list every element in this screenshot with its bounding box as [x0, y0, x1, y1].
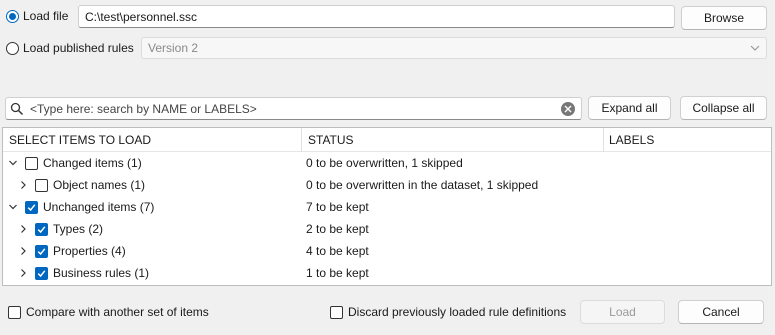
column-header-status[interactable]: STATUS	[308, 128, 354, 152]
tree-item-checkbox[interactable]	[25, 200, 38, 214]
clear-search-icon[interactable]	[561, 101, 575, 116]
chevron-right-icon[interactable]	[17, 267, 29, 279]
load-published-label: Load published rules	[23, 41, 134, 55]
load-button[interactable]: Load	[580, 300, 665, 324]
tree-row[interactable]: Business rules (1) 1 to be kept	[3, 262, 771, 284]
tree-item-checkbox[interactable]	[35, 222, 48, 236]
file-path-input[interactable]: C:\test\personnel.ssc	[78, 5, 675, 28]
cancel-button[interactable]: Cancel	[678, 300, 764, 324]
chevron-down-icon	[750, 45, 760, 51]
version-select[interactable]: Version 2	[141, 37, 767, 59]
tree-item-label: Unchanged items (7)	[43, 200, 155, 214]
tree-item-status: 0 to be overwritten in the dataset, 1 sk…	[306, 178, 539, 192]
expand-all-label: Expand all	[601, 101, 658, 115]
discard-checkbox[interactable]	[330, 305, 343, 319]
load-file-option[interactable]: Load file	[6, 7, 68, 25]
load-file-label: Load file	[23, 9, 69, 23]
search-icon	[10, 102, 24, 115]
tree-item-label: Types (2)	[53, 222, 104, 236]
tree-item-checkbox[interactable]	[25, 156, 38, 170]
tree-item-status: 2 to be kept	[306, 222, 369, 236]
column-separator[interactable]	[603, 128, 604, 152]
tree-item-checkbox[interactable]	[35, 178, 48, 192]
tree-item-label: Business rules (1)	[53, 266, 150, 280]
load-button-label: Load	[609, 305, 636, 319]
chevron-down-icon[interactable]	[7, 157, 19, 169]
discard-option[interactable]: Discard previously loaded rule definitio…	[330, 304, 566, 320]
search-input[interactable]: <Type here: search by NAME or LABELS>	[5, 97, 582, 120]
tree-row[interactable]: Unchanged items (7) 7 to be kept	[3, 196, 771, 218]
chevron-right-icon[interactable]	[17, 245, 29, 257]
tree-row[interactable]: Changed items (1) 0 to be overwritten, 1 …	[3, 152, 771, 174]
tree-item-status: 1 to be kept	[306, 266, 369, 280]
browse-button-label: Browse	[703, 11, 744, 25]
tree-item-status: 4 to be kept	[306, 244, 369, 258]
column-header-labels[interactable]: LABELS	[609, 128, 654, 152]
collapse-all-button[interactable]: Collapse all	[680, 96, 767, 120]
tree-item-label: Properties (4)	[53, 244, 126, 258]
tree-item-checkbox[interactable]	[35, 244, 48, 258]
tree-row[interactable]: Object names (1) 0 to be overwritten in t…	[3, 174, 771, 196]
tree-item-label: Object names (1)	[53, 178, 146, 192]
version-select-value: Version 2	[148, 41, 199, 55]
browse-button[interactable]: Browse	[681, 6, 767, 30]
file-path-value: C:\test\personnel.ssc	[85, 9, 198, 24]
chevron-right-icon[interactable]	[17, 179, 29, 191]
expand-all-button[interactable]: Expand all	[588, 96, 671, 120]
chevron-right-icon[interactable]	[17, 223, 29, 235]
tree-row[interactable]: Properties (4) 4 to be kept	[3, 240, 771, 262]
compare-checkbox[interactable]	[8, 305, 21, 319]
tree-header: SELECT ITEMS TO LOAD STATUS LABELS	[3, 128, 771, 152]
load-published-option[interactable]: Load published rules	[6, 39, 134, 57]
collapse-all-label: Collapse all	[692, 101, 755, 115]
discard-label: Discard previously loaded rule definitio…	[348, 305, 567, 319]
tree-item-label: Changed items (1)	[43, 156, 142, 170]
cancel-button-label: Cancel	[702, 305, 740, 319]
column-separator[interactable]	[301, 128, 302, 152]
load-published-radio[interactable]	[6, 41, 19, 55]
tree-item-status: 0 to be overwritten, 1 skipped	[306, 156, 463, 170]
compare-label: Compare with another set of items	[26, 305, 209, 319]
chevron-down-icon[interactable]	[7, 201, 19, 213]
tree-item-checkbox[interactable]	[35, 266, 48, 280]
items-tree[interactable]: SELECT ITEMS TO LOAD STATUS LABELS Chang…	[2, 127, 772, 286]
compare-option[interactable]: Compare with another set of items	[8, 304, 209, 320]
tree-row[interactable]: Types (2) 2 to be kept	[3, 218, 771, 240]
tree-item-status: 7 to be kept	[306, 200, 369, 214]
column-header-items[interactable]: SELECT ITEMS TO LOAD	[9, 128, 151, 152]
load-file-radio[interactable]	[6, 9, 19, 23]
search-placeholder: <Type here: search by NAME or LABELS>	[30, 101, 257, 116]
